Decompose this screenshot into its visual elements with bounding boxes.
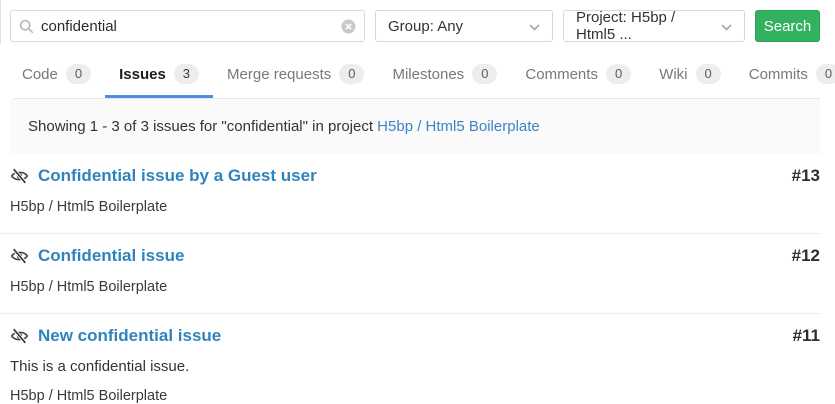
tab-wiki[interactable]: Wiki 0 <box>645 64 735 98</box>
eye-slash-icon <box>10 328 29 344</box>
search-icon <box>19 19 34 39</box>
tab-count-badge: 0 <box>696 64 721 84</box>
group-filter-label: Group: Any <box>388 18 463 35</box>
issue-id: #13 <box>792 166 820 186</box>
eye-slash-icon <box>10 248 29 264</box>
issue-result-row: Confidential issue #12 H5bp / Html5 Boil… <box>0 233 820 313</box>
tab-commits[interactable]: Commits 0 <box>735 64 835 98</box>
tab-count-badge: 0 <box>66 64 91 84</box>
tab-label: Commits <box>749 66 808 83</box>
result-head: Confidential issue #12 <box>10 246 820 266</box>
chevron-down-icon <box>529 18 540 35</box>
issue-project: H5bp / Html5 Boilerplate <box>10 199 820 215</box>
results-summary-bar: Showing 1 - 3 of 3 issues for "confident… <box>10 99 820 154</box>
issue-description: This is a confidential issue. <box>10 358 820 375</box>
tab-label: Wiki <box>659 66 687 83</box>
result-head: Confidential issue by a Guest user #13 <box>10 166 820 186</box>
tab-label: Milestones <box>392 66 464 83</box>
project-filter-dropdown[interactable]: Project: H5bp / Html5 ... <box>563 10 745 42</box>
tab-count-badge: 3 <box>174 64 199 84</box>
tab-count-badge: 0 <box>472 64 497 84</box>
tab-count-badge: 0 <box>816 64 835 84</box>
issue-result-row: New confidential issue #11 This is a con… <box>0 313 820 404</box>
issue-project: H5bp / Html5 Boilerplate <box>10 388 820 404</box>
search-button[interactable]: Search <box>755 10 820 42</box>
tab-milestones[interactable]: Milestones 0 <box>378 64 511 98</box>
tab-comments[interactable]: Comments 0 <box>511 64 645 98</box>
tab-count-badge: 0 <box>606 64 631 84</box>
issue-title-link[interactable]: New confidential issue <box>10 326 221 346</box>
issue-id: #12 <box>792 246 820 266</box>
issue-title-text: New confidential issue <box>38 326 221 346</box>
results-summary-text: Showing 1 - 3 of 3 issues for "confident… <box>28 118 373 135</box>
tab-label: Merge requests <box>227 66 331 83</box>
tab-issues[interactable]: Issues 3 <box>105 64 213 98</box>
group-filter-dropdown[interactable]: Group: Any <box>375 10 553 42</box>
search-input[interactable] <box>41 11 334 41</box>
issue-title-text: Confidential issue <box>38 246 184 266</box>
clear-icon[interactable] <box>341 19 356 39</box>
tab-label: Issues <box>119 66 166 83</box>
issue-project: H5bp / Html5 Boilerplate <box>10 279 820 295</box>
issue-title-text: Confidential issue by a Guest user <box>38 166 317 186</box>
tab-label: Code <box>22 66 58 83</box>
eye-slash-icon <box>10 168 29 184</box>
project-filter-label: Project: H5bp / Html5 ... <box>576 9 713 43</box>
issue-id: #11 <box>793 326 820 346</box>
search-field[interactable] <box>10 10 365 42</box>
tab-count-badge: 0 <box>339 64 364 84</box>
chevron-down-icon <box>721 18 732 35</box>
tab-merge-requests[interactable]: Merge requests 0 <box>213 64 378 98</box>
search-results-list: Confidential issue by a Guest user #13 H… <box>0 154 820 404</box>
result-head: New confidential issue #11 <box>10 326 820 346</box>
issue-title-link[interactable]: Confidential issue <box>10 246 184 266</box>
search-toolbar: Group: Any Project: H5bp / Html5 ... Sea… <box>0 0 835 52</box>
tab-label: Comments <box>525 66 598 83</box>
search-scope-tabs: Code 0 Issues 3 Merge requests 0 Milesto… <box>14 52 820 99</box>
summary-project-link[interactable]: H5bp / Html5 Boilerplate <box>377 118 540 135</box>
tab-code[interactable]: Code 0 <box>14 64 105 98</box>
issue-result-row: Confidential issue by a Guest user #13 H… <box>0 154 820 233</box>
issue-title-link[interactable]: Confidential issue by a Guest user <box>10 166 317 186</box>
